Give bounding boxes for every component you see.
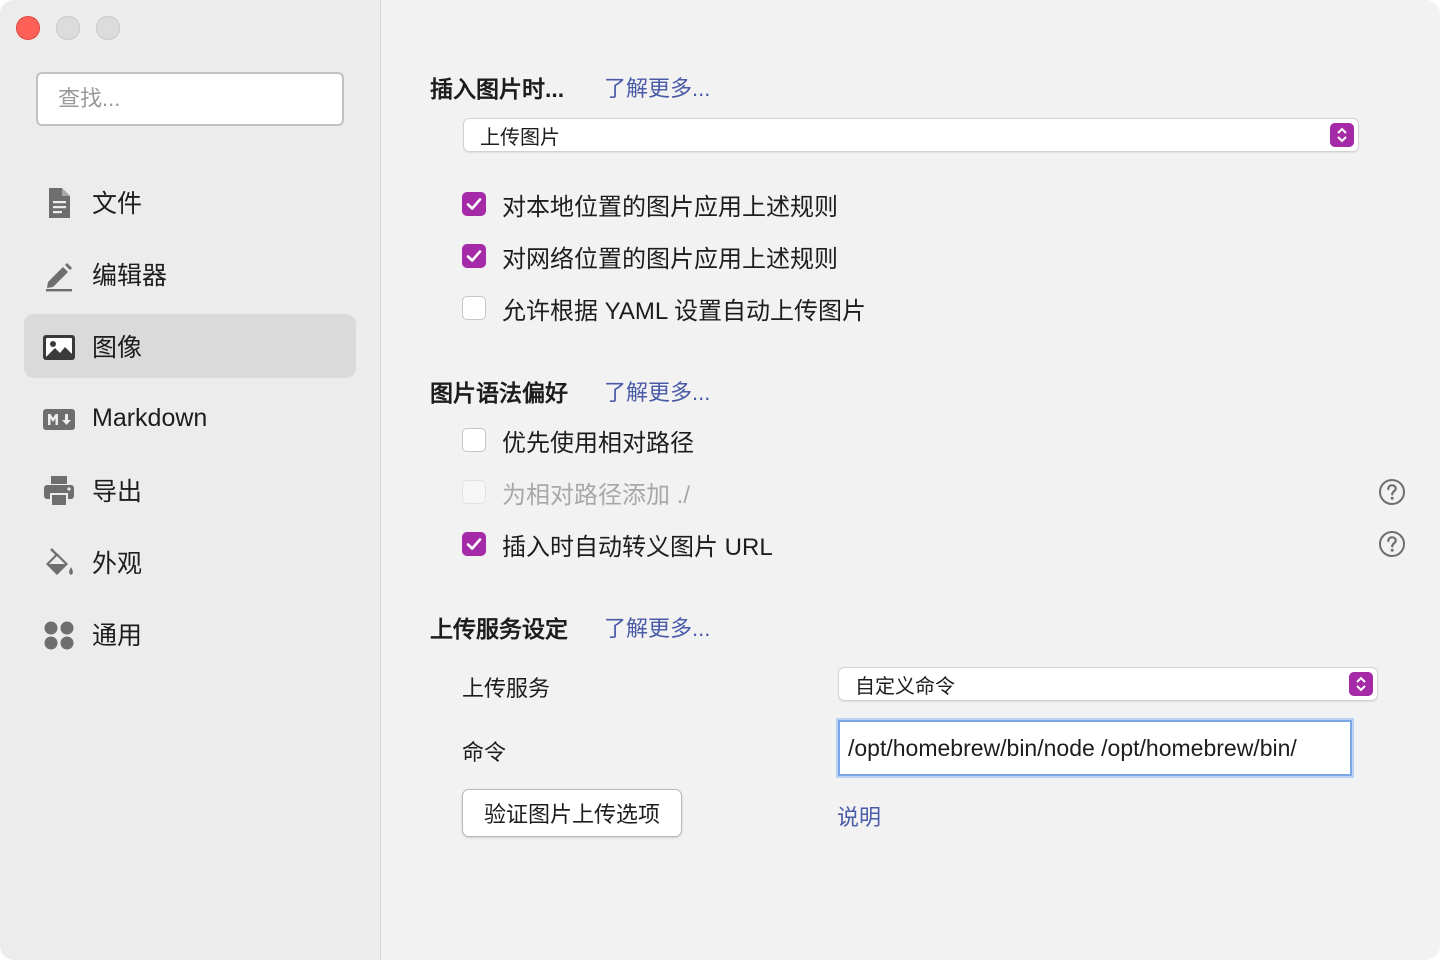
apply-local-images-label: 对本地位置的图片应用上述规则	[502, 193, 838, 221]
yaml-auto-upload-label: 允许根据 YAML 设置自动上传图片	[502, 297, 867, 325]
escape-image-url-option[interactable]: 插入时自动转义图片 URL	[462, 529, 773, 561]
prefer-relative-path-option[interactable]: 优先使用相对路径	[462, 425, 694, 457]
add-dot-slash-label: 为相对路径添加 ./	[502, 481, 691, 509]
question-mark-icon[interactable]	[1378, 530, 1406, 558]
sidebar-item-label: 图像	[92, 334, 143, 362]
prefer-relative-path-label: 优先使用相对路径	[502, 429, 694, 457]
paint-bucket-icon	[46, 548, 73, 575]
sidebar-item-label: Markdown	[92, 403, 208, 432]
checkmark-icon	[466, 198, 482, 210]
image-syntax-section-title: 图片语法偏好	[430, 380, 568, 406]
escape-image-url-checkbox[interactable]	[462, 532, 486, 556]
checkmark-icon	[466, 250, 482, 262]
sidebar-item-label: 编辑器	[92, 262, 168, 290]
sidebar-item-image[interactable]: 图像	[24, 314, 356, 378]
sidebar: 文件 编辑器 图像	[0, 0, 381, 960]
command-input[interactable]	[838, 720, 1352, 776]
sidebar-item-appearance[interactable]: 外观	[24, 530, 356, 594]
sidebar-item-label: 外观	[92, 550, 143, 578]
select-stepper-icon	[1330, 123, 1354, 147]
verify-upload-button[interactable]: 验证图片上传选项	[462, 789, 682, 837]
close-window-button[interactable]	[16, 16, 40, 40]
image-settings-pane: 插入图片时... 了解更多... 上传图片 对本地位置的图片应用上述规则 对网络…	[382, 0, 1440, 960]
upload-service-section-title: 上传服务设定	[430, 616, 568, 642]
question-mark-icon[interactable]	[1378, 478, 1406, 506]
insert-image-section-title: 插入图片时...	[430, 76, 565, 102]
sidebar-item-label: 通用	[92, 622, 143, 650]
sidebar-item-files[interactable]: 文件	[24, 170, 356, 234]
search-input[interactable]	[36, 72, 344, 126]
prefer-relative-path-checkbox[interactable]	[462, 428, 486, 452]
yaml-auto-upload-option[interactable]: 允许根据 YAML 设置自动上传图片	[462, 293, 867, 325]
add-dot-slash-checkbox	[462, 480, 486, 504]
minimize-window-button[interactable]	[56, 16, 80, 40]
yaml-auto-upload-checkbox[interactable]	[462, 296, 486, 320]
sidebar-item-general[interactable]: 通用	[24, 602, 356, 666]
apply-network-images-option[interactable]: 对网络位置的图片应用上述规则	[462, 241, 838, 273]
document-icon	[49, 188, 70, 218]
apply-network-images-checkbox[interactable]	[462, 244, 486, 268]
add-dot-slash-option: 为相对路径添加 ./	[462, 477, 691, 509]
insert-action-select[interactable]: 上传图片	[463, 118, 1359, 152]
sidebar-item-editor[interactable]: 编辑器	[24, 242, 356, 306]
select-stepper-icon	[1349, 672, 1373, 696]
upload-service-label: 上传服务	[462, 676, 551, 701]
image-icon	[43, 335, 75, 360]
escape-image-url-label: 插入时自动转义图片 URL	[502, 533, 773, 561]
upload-learn-more-link[interactable]: 了解更多...	[604, 611, 710, 643]
markdown-icon	[43, 409, 75, 430]
apply-network-images-label: 对网络位置的图片应用上述规则	[502, 245, 838, 273]
upload-service-value: 自定义命令	[855, 675, 955, 698]
explain-link[interactable]: 说明	[837, 800, 881, 832]
command-label: 命令	[462, 740, 507, 765]
sidebar-item-markdown[interactable]: Markdown	[24, 386, 356, 450]
upload-service-select[interactable]: 自定义命令	[838, 667, 1378, 701]
grid-dots-icon	[44, 621, 74, 650]
checkmark-icon	[466, 538, 482, 550]
insert-learn-more-link[interactable]: 了解更多...	[604, 71, 710, 103]
insert-action-value: 上传图片	[480, 126, 560, 149]
apply-local-images-option[interactable]: 对本地位置的图片应用上述规则	[462, 189, 838, 221]
sidebar-item-label: 文件	[92, 190, 143, 218]
syntax-learn-more-link[interactable]: 了解更多...	[604, 375, 710, 407]
preferences-window: 文件 编辑器 图像	[0, 0, 1440, 960]
sidebar-item-export[interactable]: 导出	[24, 458, 356, 522]
sidebar-item-label: 导出	[92, 478, 143, 506]
sidebar-nav: 文件 编辑器 图像 Markdown 导出 外观 通用	[24, 170, 356, 674]
apply-local-images-checkbox[interactable]	[462, 192, 486, 216]
zoom-window-button[interactable]	[96, 16, 120, 40]
pencil-icon	[46, 263, 72, 292]
printer-icon	[44, 476, 74, 507]
